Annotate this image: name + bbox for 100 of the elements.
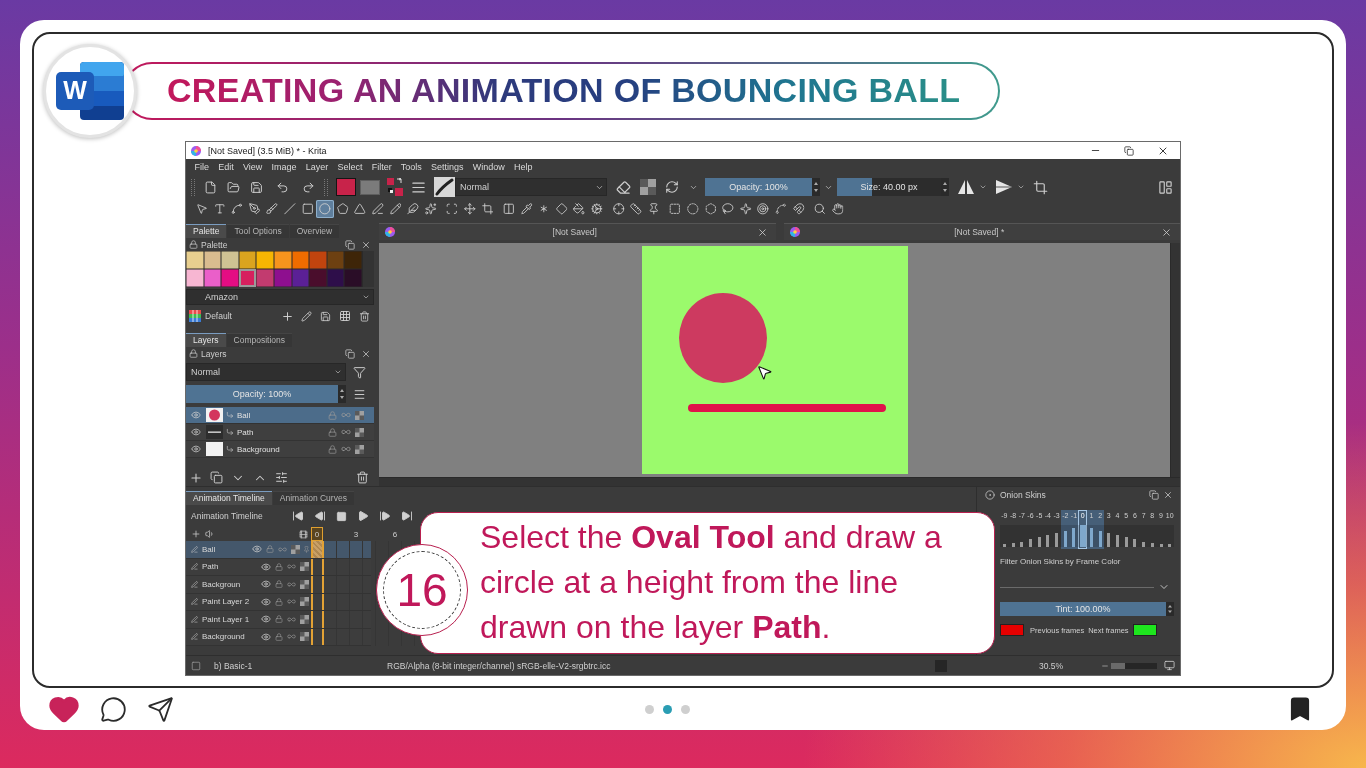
foreground-swatch-icon[interactable]	[336, 178, 356, 196]
menu-item[interactable]: File	[190, 162, 214, 172]
color-swatch-icon[interactable]	[203, 269, 222, 287]
mirror-icon[interactable]	[957, 179, 975, 195]
frame-number[interactable]: 3	[350, 527, 362, 541]
menu-item[interactable]: View	[238, 162, 267, 172]
layer-row[interactable]: Path	[186, 424, 374, 441]
square-icon[interactable]	[191, 660, 201, 671]
lock-icon[interactable]	[328, 427, 337, 437]
color-swatch-icon[interactable]	[273, 269, 292, 287]
pencil-icon[interactable]	[301, 310, 312, 322]
crop-icon[interactable]	[1033, 179, 1048, 195]
save-icon[interactable]	[250, 180, 263, 194]
docker-tab[interactable]: Layers	[186, 333, 226, 347]
blend-mode-dropdown[interactable]: Normal	[455, 178, 607, 196]
palette-set-dropdown[interactable]: Amazon	[186, 289, 374, 305]
menu-item[interactable]: Edit	[213, 162, 239, 172]
film-icon[interactable]	[299, 529, 308, 539]
color-swatch-icon[interactable]	[203, 251, 222, 269]
skip-back-icon[interactable]	[291, 510, 304, 522]
lock-icon[interactable]	[328, 444, 337, 454]
eye-icon[interactable]	[261, 596, 271, 607]
color-swatch-icon[interactable]	[309, 269, 327, 287]
menu-item[interactable]: Select	[332, 162, 368, 172]
eye-icon[interactable]	[261, 579, 271, 590]
menu-item[interactable]: Settings	[426, 162, 469, 172]
restore-icon[interactable]	[1124, 145, 1134, 156]
menu-item[interactable]: Image	[266, 162, 302, 172]
lock-icon[interactable]	[275, 632, 283, 641]
play-icon[interactable]	[356, 510, 369, 522]
current-frame-cell[interactable]	[311, 576, 324, 593]
menu-icon[interactable]	[353, 387, 366, 401]
current-frame-cell[interactable]	[311, 611, 324, 628]
color-swatch-icon[interactable]	[238, 251, 257, 269]
add-icon[interactable]	[281, 309, 294, 323]
eye-icon[interactable]	[191, 427, 201, 437]
color-swatch-icon[interactable]	[291, 269, 310, 287]
checker-icon[interactable]	[355, 444, 364, 454]
checker-icon[interactable]	[291, 544, 300, 554]
arrowhead-icon[interactable]	[995, 180, 1013, 194]
sliders-icon[interactable]	[275, 471, 288, 484]
color-swatch-icon[interactable]	[309, 251, 327, 269]
grid-icon[interactable]	[339, 310, 351, 322]
timeline-row[interactable]: Ball	[186, 541, 371, 559]
color-swatch-icon[interactable]	[273, 251, 292, 269]
color-swatch-icon[interactable]	[1000, 624, 1024, 636]
opacity-slider[interactable]: Opacity: 100%	[705, 178, 812, 196]
float-icon[interactable]	[345, 239, 355, 250]
blend-mode-dropdown[interactable]: Normal	[186, 363, 346, 381]
background-swatch-icon[interactable]	[360, 179, 380, 195]
add-icon[interactable]	[191, 529, 201, 539]
close-icon[interactable]	[361, 239, 371, 250]
docker-tab[interactable]: Palette	[186, 224, 227, 238]
color-swatch-icon[interactable]	[186, 251, 204, 269]
pager-dot[interactable]	[644, 704, 654, 714]
folder-icon[interactable]	[227, 180, 240, 194]
color-swatch-icon[interactable]	[344, 251, 362, 269]
eye-icon[interactable]	[191, 444, 201, 454]
color-swatch-icon[interactable]	[326, 269, 345, 287]
eye-icon[interactable]	[261, 614, 271, 625]
checker-icon[interactable]	[300, 632, 309, 642]
frame-number[interactable]: 6	[389, 527, 401, 541]
feather-icon[interactable]	[404, 200, 422, 218]
lock-icon[interactable]	[275, 615, 283, 624]
float-icon[interactable]	[345, 348, 355, 359]
add-icon[interactable]	[189, 470, 203, 485]
caret-icon[interactable]	[979, 183, 987, 191]
docker-tab[interactable]: Compositions	[226, 333, 292, 347]
menu-item[interactable]: Help	[509, 162, 538, 172]
step-back-icon[interactable]	[313, 510, 326, 522]
color-swatch-icon[interactable]	[291, 251, 310, 269]
color-swatch-icon[interactable]	[221, 269, 239, 287]
redo-icon[interactable]	[302, 180, 315, 194]
spin-arrows-icon[interactable]	[941, 178, 949, 196]
close-icon[interactable]	[1161, 226, 1172, 238]
list-icon[interactable]	[411, 179, 426, 195]
keyframe-cell[interactable]	[311, 541, 324, 558]
undo-icon[interactable]	[276, 180, 289, 194]
checker-icon[interactable]	[355, 427, 364, 437]
caret-icon[interactable]	[1017, 183, 1025, 191]
zoom-slider[interactable]	[1111, 662, 1157, 669]
docker-tab[interactable]: Animation Timeline	[186, 491, 272, 505]
checker-icon[interactable]	[300, 614, 309, 624]
menu-item[interactable]: Layer	[301, 162, 333, 172]
eye-icon[interactable]	[261, 561, 271, 572]
frame-number[interactable]: 0	[311, 527, 323, 541]
swap-colors-icon[interactable]	[387, 178, 403, 196]
color-swatch-icon[interactable]	[221, 251, 239, 269]
filter-icon[interactable]	[353, 365, 366, 379]
close-icon[interactable]	[756, 226, 768, 238]
lock-icon[interactable]	[275, 597, 283, 606]
brush-preset-icon[interactable]	[434, 177, 455, 197]
layer-row[interactable]: Background	[186, 441, 374, 458]
menu-item[interactable]: Tools	[396, 162, 427, 172]
eraser-icon[interactable]	[616, 179, 631, 195]
color-swatch-icon[interactable]	[238, 269, 257, 287]
close-icon[interactable]	[361, 348, 371, 359]
timeline-row[interactable]: Paint Layer 1	[186, 611, 371, 629]
menu-item[interactable]: Filter	[367, 162, 397, 172]
color-swatch-icon[interactable]	[186, 269, 204, 287]
